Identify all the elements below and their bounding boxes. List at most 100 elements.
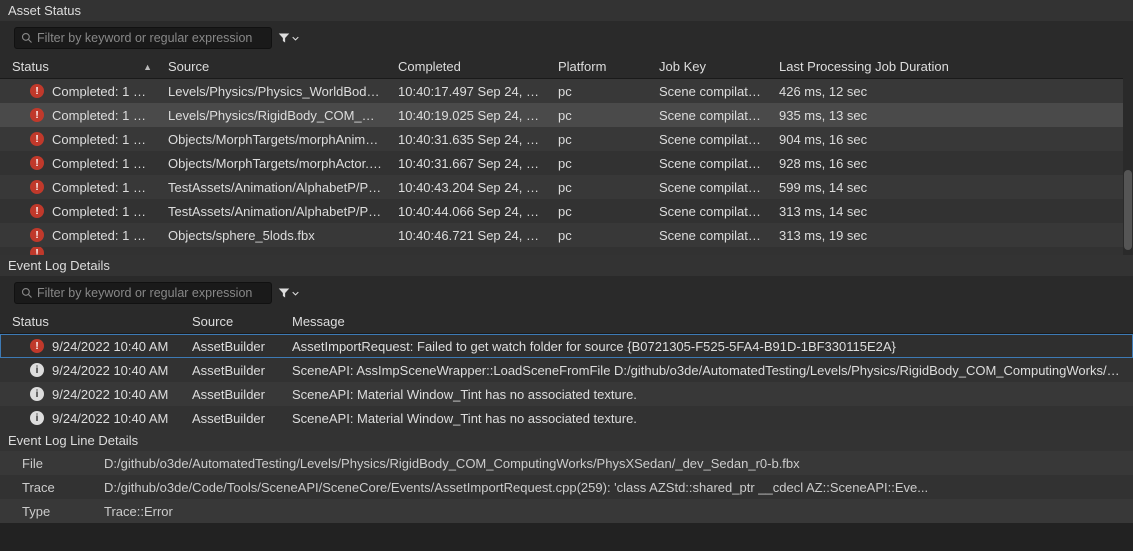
event-log-title: Event Log Details bbox=[0, 255, 1133, 276]
line-details-title: Event Log Line Details bbox=[0, 430, 1133, 451]
asset-row[interactable]: ! Completed: 1 error Objects/sphere_5lod… bbox=[0, 223, 1133, 247]
asset-jobkey: Scene compilation bbox=[651, 180, 771, 195]
log-rows-body: ! 9/24/2022 10:40 AM AssetBuilder AssetI… bbox=[0, 334, 1133, 430]
asset-row[interactable]: ! Completed: 1 error Levels/Physics/Phys… bbox=[0, 79, 1133, 103]
asset-status-panel: Asset Status Status ▲ Source Completed P… bbox=[0, 0, 1133, 255]
col-completed[interactable]: Completed bbox=[390, 55, 550, 78]
asset-row[interactable]: ! Completed: 1 error Objects/MorphTarget… bbox=[0, 151, 1133, 175]
asset-completed: 10:40:17.497 Sep 24, 2022 bbox=[390, 84, 550, 99]
error-icon: ! bbox=[30, 339, 44, 353]
detail-row[interactable]: Type Trace::Error bbox=[0, 499, 1133, 523]
asset-status-filter-bar bbox=[0, 21, 1133, 55]
asset-duration: 935 ms, 13 sec bbox=[771, 108, 1091, 123]
detail-key: File bbox=[4, 456, 96, 471]
line-details-panel: Event Log Line Details File D:/github/o3… bbox=[0, 430, 1133, 523]
asset-jobkey: Scene compilation bbox=[651, 228, 771, 243]
asset-status-text: Completed: 1 error bbox=[44, 156, 160, 171]
asset-platform: pc bbox=[550, 108, 651, 123]
error-icon: ! bbox=[30, 228, 44, 242]
log-row[interactable]: i 9/24/2022 10:40 AM AssetBuilder SceneA… bbox=[0, 406, 1133, 430]
asset-rows-body: ! Completed: 1 error Levels/Physics/Phys… bbox=[0, 79, 1133, 255]
asset-row[interactable]: ! bbox=[0, 247, 1133, 255]
log-message: SceneAPI: AssImpSceneWrapper::LoadSceneF… bbox=[284, 363, 1129, 378]
detail-key: Trace bbox=[4, 480, 96, 495]
line-details-table: File D:/github/o3de/AutomatedTesting/Lev… bbox=[0, 451, 1133, 523]
log-timestamp: 9/24/2022 10:40 AM bbox=[44, 411, 184, 426]
asset-row[interactable]: ! Completed: 1 error TestAssets/Animatio… bbox=[0, 199, 1133, 223]
asset-scrollbar[interactable] bbox=[1123, 75, 1133, 255]
asset-duration: 599 ms, 14 sec bbox=[771, 180, 1091, 195]
asset-platform: pc bbox=[550, 204, 651, 219]
detail-key: Type bbox=[4, 504, 96, 519]
asset-jobkey: Scene compilation bbox=[651, 156, 771, 171]
asset-jobkey: Scene compilation bbox=[651, 108, 771, 123]
asset-row[interactable]: ! Completed: 1 error TestAssets/Animatio… bbox=[0, 175, 1133, 199]
asset-completed: 10:40:31.667 Sep 24, 2022 bbox=[390, 156, 550, 171]
error-icon: ! bbox=[30, 84, 44, 98]
error-icon: ! bbox=[30, 132, 44, 146]
chevron-down-icon bbox=[292, 290, 299, 297]
col-log-status[interactable]: Status bbox=[4, 310, 184, 333]
log-source: AssetBuilder bbox=[184, 411, 284, 426]
col-source[interactable]: Source bbox=[160, 55, 390, 78]
asset-row[interactable]: ! Completed: 1 error Levels/Physics/Rigi… bbox=[0, 103, 1133, 127]
log-timestamp: 9/24/2022 10:40 AM bbox=[44, 387, 184, 402]
asset-completed: 10:40:46.721 Sep 24, 2022 bbox=[390, 228, 550, 243]
asset-source: Levels/Physics/Physics_WorldBodyBu... bbox=[160, 84, 390, 99]
detail-value: D:/github/o3de/AutomatedTesting/Levels/P… bbox=[96, 456, 1129, 471]
asset-source: Levels/Physics/RigidBody_COM_Comp... bbox=[160, 108, 390, 123]
asset-platform: pc bbox=[550, 84, 651, 99]
asset-platform: pc bbox=[550, 228, 651, 243]
log-table-headers: Status Source Message bbox=[0, 310, 1133, 334]
log-row[interactable]: i 9/24/2022 10:40 AM AssetBuilder SceneA… bbox=[0, 382, 1133, 406]
error-icon: ! bbox=[30, 204, 44, 218]
asset-table-headers: Status ▲ Source Completed Platform Job K… bbox=[0, 55, 1133, 79]
col-platform[interactable]: Platform bbox=[550, 55, 651, 78]
asset-scrollbar-thumb[interactable] bbox=[1124, 170, 1132, 250]
asset-status-text: Completed: 1 error bbox=[44, 204, 160, 219]
filter-icon bbox=[278, 287, 290, 299]
asset-status-text: Completed: 1 error bbox=[44, 132, 160, 147]
asset-filter-input-wrap[interactable] bbox=[14, 27, 272, 49]
log-row[interactable]: i 9/24/2022 10:40 AM AssetBuilder SceneA… bbox=[0, 358, 1133, 382]
log-message: SceneAPI: Material Window_Tint has no as… bbox=[284, 411, 1129, 426]
asset-filter-button[interactable] bbox=[278, 32, 299, 44]
asset-jobkey: Scene compilation bbox=[651, 84, 771, 99]
log-filter-button[interactable] bbox=[278, 287, 299, 299]
log-row[interactable]: ! 9/24/2022 10:40 AM AssetBuilder AssetI… bbox=[0, 334, 1133, 358]
asset-platform: pc bbox=[550, 180, 651, 195]
asset-platform: pc bbox=[550, 156, 651, 171]
col-log-source[interactable]: Source bbox=[184, 310, 284, 333]
filter-icon bbox=[278, 32, 290, 44]
detail-row[interactable]: File D:/github/o3de/AutomatedTesting/Lev… bbox=[0, 451, 1133, 475]
asset-jobkey: Scene compilation bbox=[651, 132, 771, 147]
col-status[interactable]: Status ▲ bbox=[4, 55, 160, 78]
asset-filter-input[interactable] bbox=[37, 31, 265, 45]
log-filter-input-wrap[interactable] bbox=[14, 282, 272, 304]
col-duration[interactable]: Last Processing Job Duration bbox=[771, 55, 1091, 78]
detail-value: D:/github/o3de/Code/Tools/SceneAPI/Scene… bbox=[96, 480, 1129, 495]
log-timestamp: 9/24/2022 10:40 AM bbox=[44, 339, 184, 354]
asset-duration: 904 ms, 16 sec bbox=[771, 132, 1091, 147]
asset-source: Objects/MorphTargets/morphAnimati... bbox=[160, 132, 390, 147]
asset-row[interactable]: ! Completed: 1 error Objects/MorphTarget… bbox=[0, 127, 1133, 151]
asset-status-text: Completed: 1 error bbox=[44, 84, 160, 99]
log-filter-input[interactable] bbox=[37, 286, 265, 300]
log-source: AssetBuilder bbox=[184, 339, 284, 354]
event-log-panel: Event Log Details Status Source Message … bbox=[0, 255, 1133, 430]
log-timestamp: 9/24/2022 10:40 AM bbox=[44, 363, 184, 378]
asset-completed: 10:40:31.635 Sep 24, 2022 bbox=[390, 132, 550, 147]
asset-duration: 313 ms, 19 sec bbox=[771, 228, 1091, 243]
log-source: AssetBuilder bbox=[184, 387, 284, 402]
col-jobkey[interactable]: Job Key bbox=[651, 55, 771, 78]
asset-duration: 928 ms, 16 sec bbox=[771, 156, 1091, 171]
asset-jobkey: Scene compilation bbox=[651, 204, 771, 219]
detail-row[interactable]: Trace D:/github/o3de/Code/Tools/SceneAPI… bbox=[0, 475, 1133, 499]
sort-asc-icon: ▲ bbox=[143, 62, 152, 72]
asset-source: TestAssets/Animation/AlphabetP/P_N... bbox=[160, 204, 390, 219]
col-log-message[interactable]: Message bbox=[284, 310, 1129, 333]
asset-status-text: Completed: 1 error bbox=[44, 228, 160, 243]
error-icon: ! bbox=[30, 156, 44, 170]
info-icon: i bbox=[30, 411, 44, 425]
asset-source: Objects/MorphTargets/morphActor.fbx bbox=[160, 156, 390, 171]
